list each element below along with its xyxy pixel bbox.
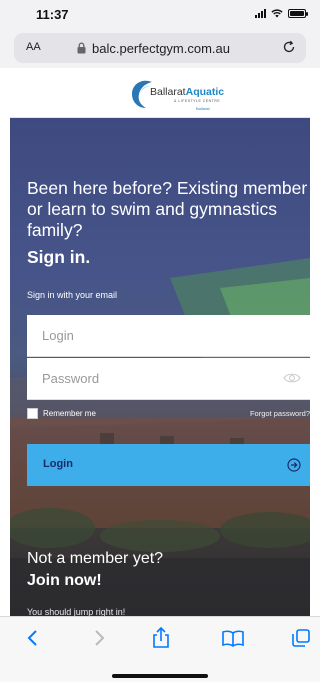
signal-icon [255,9,266,18]
jump-in-text: You should jump right in! [27,607,126,616]
login-field[interactable] [27,315,310,357]
logo-name: BallaratAquatic [150,86,225,98]
show-password-eye-icon[interactable] [283,372,301,384]
arrow-right-circle-icon [287,458,301,472]
share-icon[interactable] [150,627,172,649]
join-now-link[interactable]: Join now! [27,572,102,590]
logo-subtitle: & LIFESTYLE CENTRE [174,99,221,103]
remember-me-control[interactable]: Remember me [27,408,96,419]
status-time: 11:37 [36,7,69,22]
login-button-label: Login [43,458,73,470]
home-indicator [112,674,208,678]
status-bar: 11:37 [0,0,320,28]
url-text[interactable]: balc.perfectgym.com.au [92,41,230,56]
forward-icon[interactable] [88,627,110,649]
login-input[interactable] [27,315,310,356]
login-form-area: Been here before? Existing member or lea… [10,118,310,616]
password-field[interactable] [27,358,310,400]
lock-icon [77,42,86,54]
tabs-icon[interactable] [290,627,312,649]
sign-in-with-email-label: Sign in with your email [27,290,118,300]
text-size-button[interactable]: AA [26,41,41,53]
reload-icon[interactable] [282,40,296,54]
not-a-member-text: Not a member yet? [27,550,164,567]
back-icon[interactable] [22,627,44,649]
login-button[interactable]: Login [27,444,310,486]
council-logo: Ballarat [196,106,210,111]
password-input[interactable] [27,358,310,399]
forgot-password-link[interactable]: Forgot password? [250,409,310,418]
battery-icon [288,9,308,18]
remember-me-label: Remember me [43,409,96,418]
login-hero: Been here before? Existing member or lea… [10,118,310,616]
sign-in-heading: Sign in. [27,247,91,267]
logo-strip: BallaratAquatic & LIFESTYLE CENTRE Balla… [10,68,310,118]
browser-toolbar [0,616,320,682]
intro-text: Been here before? Existing member or lea… [27,178,308,240]
address-bar[interactable]: AA balc.perfectgym.com.au [14,33,306,63]
bookmarks-icon[interactable] [222,627,244,649]
wifi-icon [271,9,283,18]
remember-me-checkbox[interactable] [27,408,38,419]
status-icons [255,9,308,18]
browser-address-area: AA balc.perfectgym.com.au [0,28,320,68]
